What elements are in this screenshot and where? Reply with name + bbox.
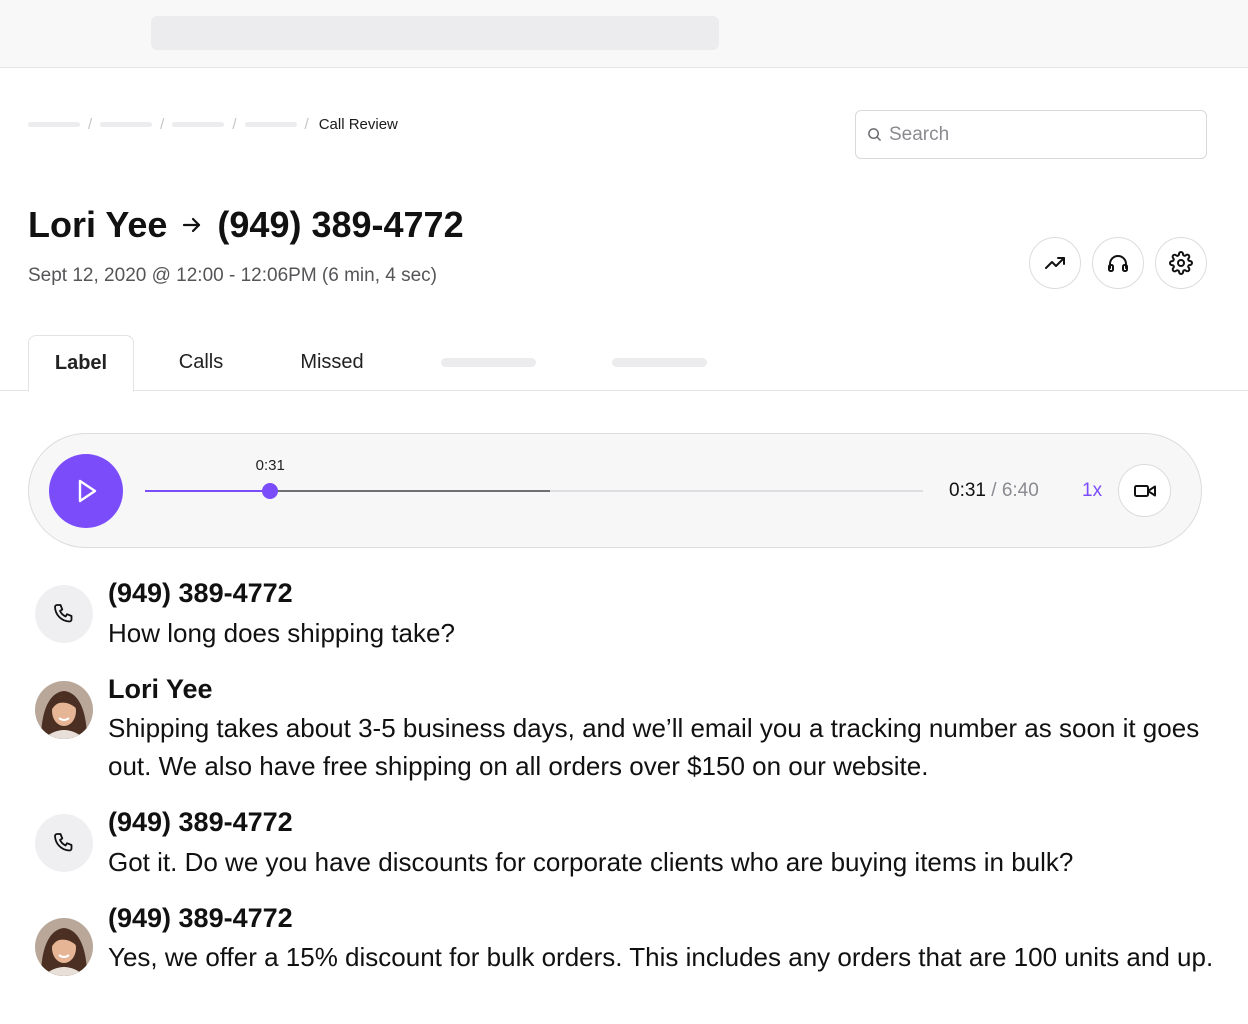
search-box[interactable] [855,110,1207,159]
tab-placeholder[interactable] [441,358,536,367]
current-time: 0:31 [949,480,986,501]
listen-button[interactable] [1092,237,1144,289]
play-icon [78,479,97,503]
progress-played [145,490,271,492]
progress-track[interactable]: 0:31 [145,457,923,499]
time-readout: 0:31 / 6:40 [949,480,1039,502]
breadcrumb-separator: / [232,115,237,133]
call-timestamp: Sept 12, 2020 @ 12:00 - 12:06PM (6 min, … [28,265,438,286]
breadcrumb-item-placeholder[interactable] [244,121,297,127]
audio-player: 0:31 0:31 / 6:40 1x [28,433,1202,548]
breadcrumb-current: Call Review [318,115,398,133]
time-separator: / [991,480,997,501]
agent-avatar [35,918,93,976]
breadcrumb-separator: / [304,115,309,133]
tab-bar: Label Calls Missed [0,334,1248,392]
address-bar-placeholder[interactable] [151,16,719,50]
phone-icon [54,833,73,852]
message-speaker: (949) 389-4772 [108,807,293,837]
page-title: Lori Yee (949) 389-4772 [28,204,464,246]
video-camera-icon [1133,484,1156,497]
breadcrumb-item-placeholder[interactable] [172,121,225,127]
tab-label[interactable]: Label [28,335,134,392]
tab-missed[interactable]: Missed [282,334,382,391]
arrow-right-icon [181,214,203,236]
breadcrumb-item-placeholder[interactable] [100,121,153,127]
message-text: Got it. Do we you have discounts for cor… [108,847,1074,877]
tab-calls[interactable]: Calls [150,334,252,391]
message-speaker: (949) 389-4772 [108,903,293,933]
breadcrumb-item-placeholder[interactable] [28,121,80,127]
phone-icon [54,604,73,623]
breadcrumb: / / / / Call Review [28,114,398,134]
caller-avatar [35,814,93,872]
caller-avatar [35,585,93,643]
trends-button[interactable] [1029,237,1081,289]
search-input[interactable] [889,123,1189,146]
message-text: How long does shipping take? [108,618,455,648]
trending-up-icon [1045,257,1065,269]
scrubber-time-label: 0:31 [255,457,285,474]
callee-number: (949) 389-4772 [217,204,464,245]
breadcrumb-separator: / [160,115,165,133]
headphones-icon [1108,255,1128,272]
video-button[interactable] [1118,464,1171,517]
message-speaker: (949) 389-4772 [108,578,293,608]
playback-speed-button[interactable]: 1x [1082,480,1102,502]
top-bar [0,0,1248,68]
settings-gear-icon [1169,251,1193,275]
message-text: Shipping takes about 3-5 business days, … [108,713,1200,781]
total-time: 6:40 [1001,480,1039,501]
play-button[interactable] [49,454,123,528]
caller-name: Lori Yee [28,204,168,245]
breadcrumb-separator: / [88,115,93,133]
scrubber-handle[interactable] [262,483,279,499]
message-text: Yes, we offer a 15% discount for bulk or… [108,942,1214,972]
settings-button[interactable] [1155,237,1207,289]
message-speaker: Lori Yee [108,674,213,704]
agent-avatar [35,681,93,739]
tab-placeholder[interactable] [612,358,707,367]
search-icon [868,128,881,141]
